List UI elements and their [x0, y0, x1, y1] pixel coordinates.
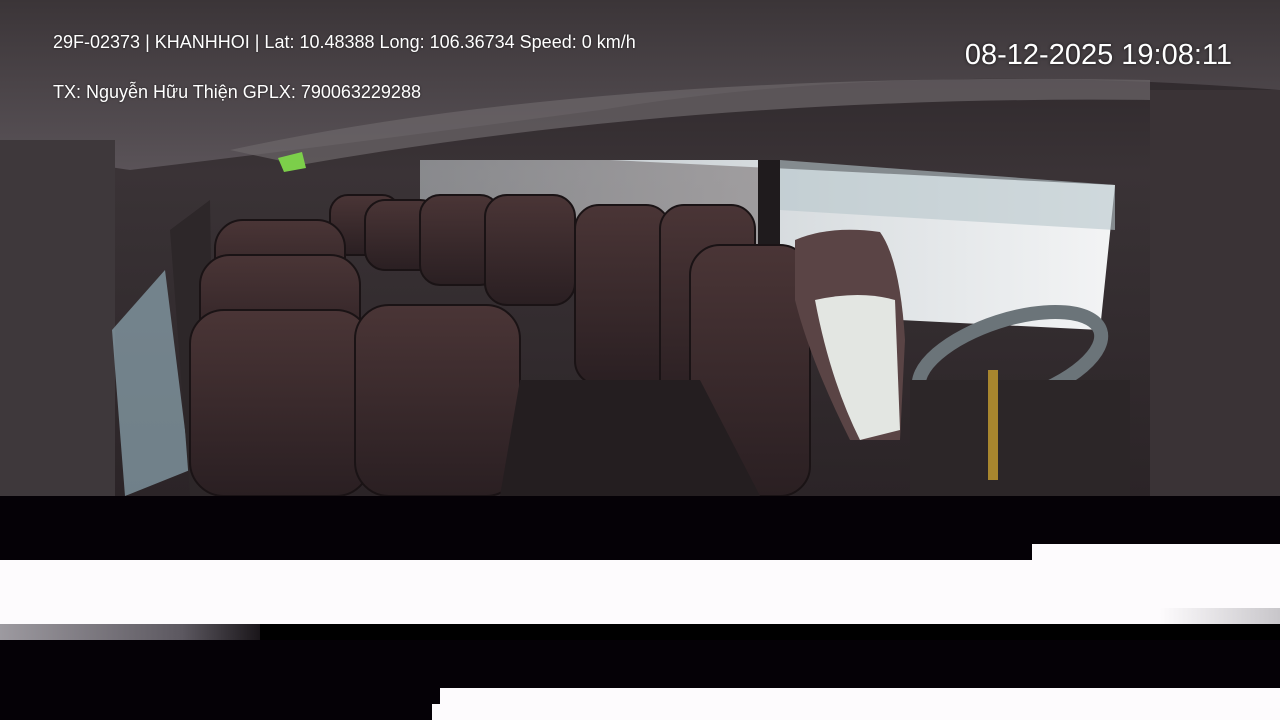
glitch-band-black-lower	[0, 640, 1280, 688]
camera-view: 29F-02373 | KHANHHOI | Lat: 10.48388 Lon…	[0, 0, 1280, 496]
glitch-fade	[1160, 608, 1280, 624]
glitch-notch	[1032, 544, 1280, 560]
glitch-notch-bottom	[0, 704, 432, 720]
glitch-band-white	[0, 560, 1280, 624]
timestamp-overlay: 08-12-2025 19:08:11	[964, 39, 1232, 71]
glitch-gray-strip	[0, 624, 260, 640]
driver-info-overlay: TX: Nguyễn Hữu Thiện GPLX: 790063229288	[53, 82, 421, 102]
bus-interior-scene	[0, 0, 1280, 496]
vehicle-info-overlay: 29F-02373 | KHANHHOI | Lat: 10.48388 Lon…	[53, 32, 636, 52]
glitch-notch-lower	[0, 688, 440, 704]
